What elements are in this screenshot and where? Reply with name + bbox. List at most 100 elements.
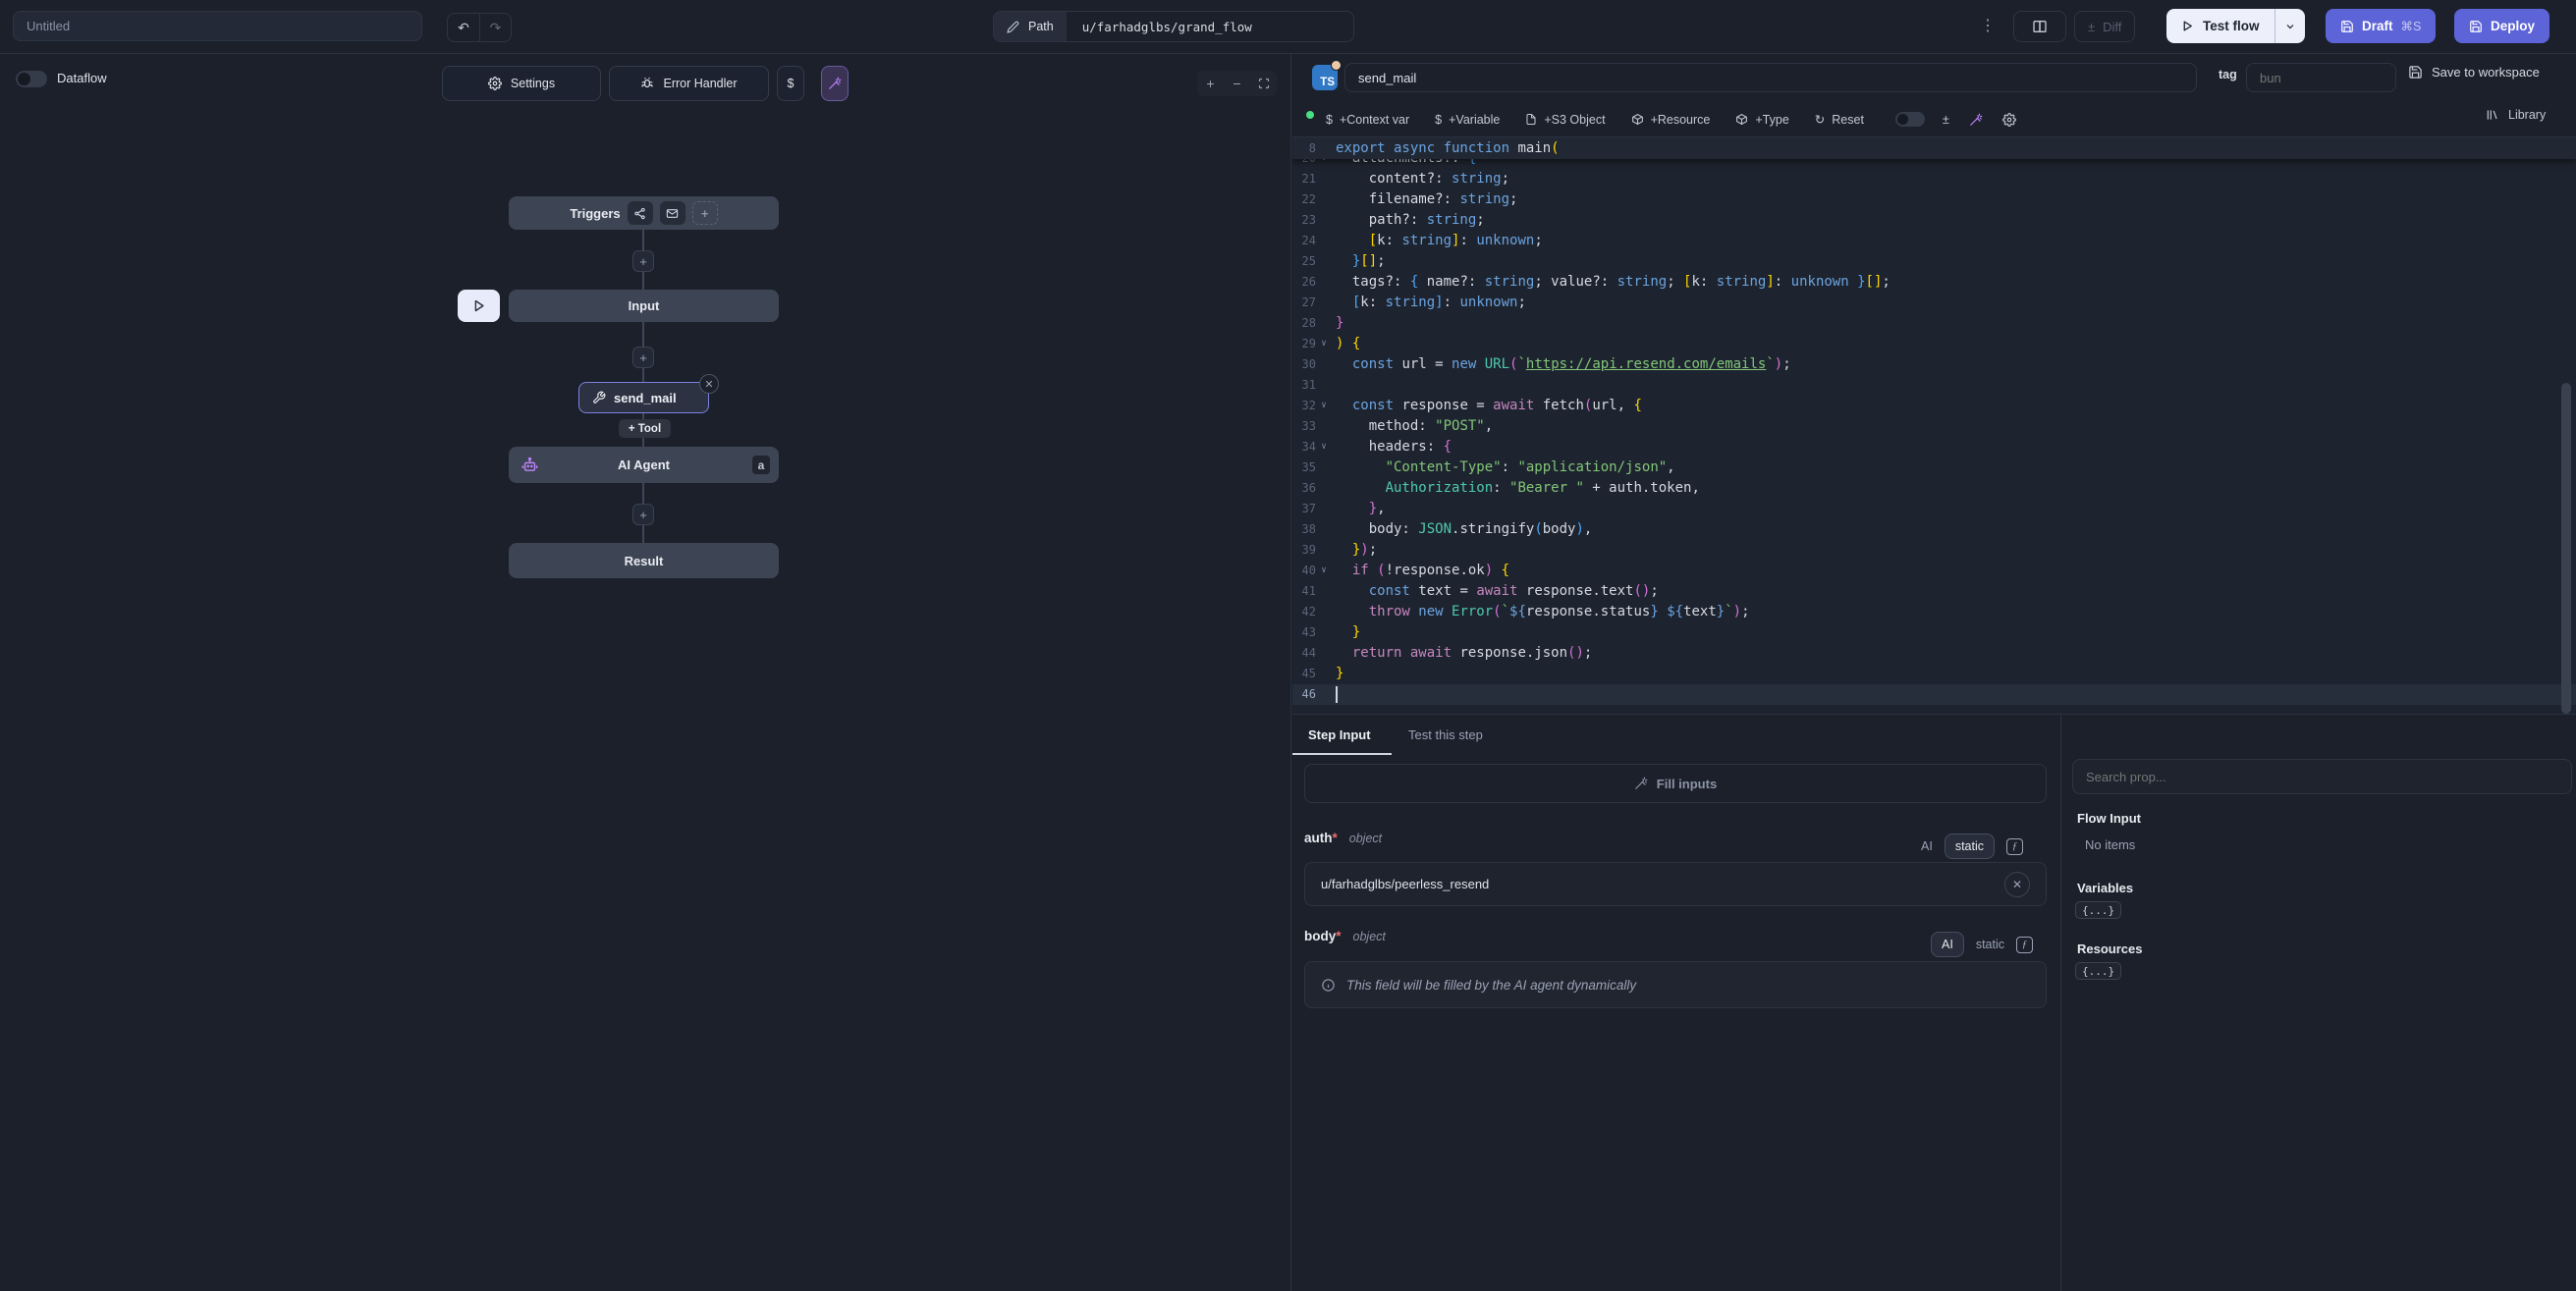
add-type-button[interactable]: +Type [1735,113,1788,127]
zoom-fit-button[interactable] [1250,78,1277,89]
zoom-out-button[interactable]: − [1224,76,1250,91]
insert-step-button-top[interactable]: + [632,250,654,272]
add-trigger-button[interactable]: + [692,201,718,225]
fold-chevron-icon[interactable]: ∨ [1316,396,1332,416]
path-button[interactable]: Path u/farhadglbs/grand_flow [993,11,1354,42]
sticky-scroll-line[interactable]: 8export async function main( [1292,137,2576,159]
flow-node-send-mail-tool[interactable]: send_mail [578,382,709,413]
flow-title-input[interactable] [13,11,422,41]
fold-chevron-icon[interactable]: ∨ [1316,561,1332,581]
code-line[interactable]: 27 [k: string]: unknown; [1292,293,2576,313]
add-variable-button[interactable]: $ +Variable [1435,113,1500,127]
editor-mode-toggle[interactable] [1895,112,1925,127]
expression-mode-icon[interactable]: ƒ [2016,937,2033,953]
editor-toolbar: $ +Context var $ +Variable +S3 Object +R… [1326,101,2016,137]
editor-scrollbar[interactable] [2561,383,2571,714]
code-line[interactable]: 33 method: "POST", [1292,416,2576,437]
plusminus-icon: ± [1943,113,1949,127]
code-line[interactable]: 22 filename?: string; [1292,189,2576,210]
flow-node-triggers[interactable]: Triggers + [509,196,779,230]
draft-button[interactable]: Draft ⌘S [2326,9,2436,43]
code-line[interactable]: 41 const text = await response.text(); [1292,581,2576,602]
remove-tool-button[interactable]: ✕ [699,374,719,394]
error-handler-button[interactable]: Error Handler [609,66,769,101]
add-s3-object-button[interactable]: +S3 Object [1525,113,1605,127]
flow-node-result[interactable]: Result [509,543,779,578]
code-line[interactable]: 37 }, [1292,499,2576,519]
code-text: headers: { [1332,437,1452,457]
expression-mode-icon[interactable]: ƒ [2006,838,2023,855]
flow-node-ai-agent[interactable]: AI Agent a [509,447,779,483]
test-flow-dropdown-button[interactable] [2275,9,2305,43]
code-text [1332,684,1338,705]
step-name-input[interactable] [1344,63,2197,92]
reset-code-button[interactable]: ↻ Reset [1815,112,1864,127]
redo-button[interactable]: ↷ [479,14,511,41]
ai-assistant-button[interactable] [821,66,849,101]
test-flow-button[interactable]: Test flow [2166,9,2275,43]
add-resource-button[interactable]: +Resource [1631,113,1711,127]
diff-button[interactable]: ± Diff [2074,11,2135,42]
code-line[interactable]: 25 }[]; [1292,251,2576,272]
add-context-var-button[interactable]: $ +Context var [1326,113,1409,127]
diff-editor-button[interactable]: ± [1943,113,1949,127]
run-input-button[interactable] [458,290,500,322]
clear-auth-button[interactable]: ✕ [2004,872,2030,897]
save-to-workspace-button[interactable]: Save to workspace [2408,65,2540,80]
code-line[interactable]: 43 } [1292,622,2576,643]
fill-inputs-button[interactable]: Fill inputs [1304,764,2047,803]
library-button[interactable]: Library [2486,108,2546,122]
code-line[interactable]: 23 path?: string; [1292,210,2576,231]
code-line[interactable]: 29∨) { [1292,334,2576,354]
code-editor[interactable]: 8export async function main( 20∨ attachm… [1292,137,2576,714]
docs-button[interactable] [2013,11,2066,42]
body-static-mode-button[interactable]: static [1976,938,2004,951]
ts-label: TS [1320,77,1335,88]
email-trigger-button[interactable] [660,201,685,225]
context-var-panel-button[interactable]: $ [777,66,804,101]
insert-step-button-middle[interactable]: + [632,347,654,368]
code-line[interactable]: 40∨ if (!response.ok) { [1292,561,2576,581]
auth-ai-mode-button[interactable]: AI [1921,839,1933,853]
tab-test-this-step[interactable]: Test this step [1408,727,1483,742]
code-line[interactable]: 34∨ headers: { [1292,437,2576,457]
code-line[interactable]: 35 "Content-Type": "application/json", [1292,457,2576,478]
code-line[interactable]: 46 [1292,684,2576,705]
zoom-in-button[interactable]: + [1197,76,1224,91]
sticky-code-line[interactable]: 8export async function main( [1292,137,2576,159]
more-menu-button[interactable]: ⋮ [1980,16,1996,35]
webhook-trigger-button[interactable] [628,201,653,225]
fold-chevron-icon[interactable]: ∨ [1316,334,1332,354]
insert-step-button-bottom[interactable]: + [632,504,654,525]
add-tool-button[interactable]: + Tool [619,419,671,438]
tab-step-input[interactable]: Step Input [1308,727,1371,742]
code-line[interactable]: 42 throw new Error(`${response.status} $… [1292,602,2576,622]
code-line[interactable]: 39 }); [1292,540,2576,561]
code-line[interactable]: 44 return await response.json(); [1292,643,2576,664]
dataflow-toggle[interactable] [16,71,47,87]
resources-object-chip[interactable]: {...} [2075,962,2121,980]
auth-value-input[interactable]: u/farhadglbs/peerless_resend ✕ [1304,862,2047,906]
code-line[interactable]: 26 tags?: { name?: string; value?: strin… [1292,272,2576,293]
code-line[interactable]: 31 [1292,375,2576,396]
code-line[interactable]: 30 const url = new URL(`https://api.rese… [1292,354,2576,375]
editor-settings-button[interactable] [2002,113,2016,127]
code-line[interactable]: 28} [1292,313,2576,334]
code-line[interactable]: 24 [k: string]: unknown; [1292,231,2576,251]
tag-input[interactable] [2246,63,2396,92]
code-line[interactable]: 21 content?: string; [1292,169,2576,189]
code-line[interactable]: 36 Authorization: "Bearer " + auth.token… [1292,478,2576,499]
flow-settings-button[interactable]: Settings [442,66,601,101]
code-line[interactable]: 38 body: JSON.stringify(body), [1292,519,2576,540]
variables-object-chip[interactable]: {...} [2075,901,2121,919]
search-prop-input[interactable] [2072,759,2572,794]
flow-node-input[interactable]: Input [509,290,779,322]
fold-chevron-icon[interactable]: ∨ [1316,437,1332,457]
ai-code-assistant-button[interactable] [1969,113,1983,127]
code-line[interactable]: 45} [1292,664,2576,684]
undo-button[interactable]: ↶ [448,14,479,41]
auth-static-mode-button[interactable]: static [1945,834,1995,859]
code-line[interactable]: 32∨ const response = await fetch(url, { [1292,396,2576,416]
deploy-button[interactable]: Deploy [2454,9,2549,43]
body-ai-mode-button[interactable]: AI [1931,932,1964,957]
